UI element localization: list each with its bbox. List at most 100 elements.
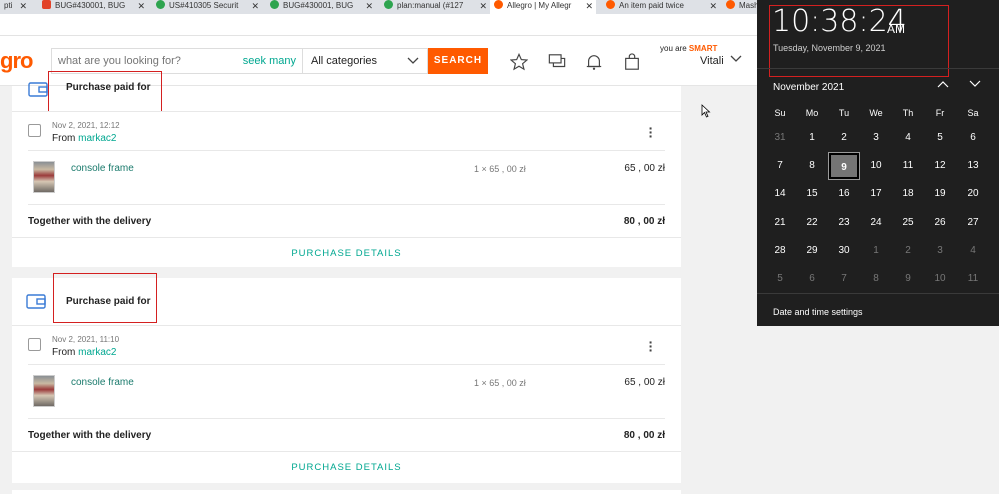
calendar-day[interactable]: 22 [797,210,827,236]
item-name[interactable]: console frame [71,163,134,174]
close-icon[interactable]: ✕ [19,0,27,12]
calendar-day[interactable]: 3 [861,125,891,151]
browser-tab[interactable]: BUG#430001, BUG ✕ [266,0,376,14]
calendar-day[interactable]: 10 [861,153,891,179]
chevron-down-icon[interactable] [730,53,742,68]
category-select[interactable]: All categories [303,48,428,74]
weekday-label: Mo [805,108,819,118]
browser-tab[interactable]: Mashu [722,0,762,14]
calendar-day[interactable]: 21 [765,210,795,236]
calendar-day[interactable]: 8 [797,153,827,179]
allegro-icon [494,0,503,9]
purchase-details-link[interactable]: PURCHASE DETAILS [12,248,681,259]
calendar-day[interactable]: 14 [765,181,795,207]
item-thumbnail[interactable] [33,161,55,193]
more-options-icon[interactable]: · · · [646,121,656,143]
calendar-day[interactable]: 11 [958,266,988,292]
calendar-day[interactable]: 16 [829,181,859,207]
calendar-day[interactable]: 26 [925,210,955,236]
shopping-bag-icon[interactable] [623,53,641,71]
seller-link[interactable]: markac2 [78,347,116,358]
order-card [12,490,681,494]
order-checkbox[interactable] [28,124,41,137]
browser-tab[interactable]: pti ✕ [0,0,30,14]
calendar-day[interactable]: 1 [797,125,827,151]
calendar-day[interactable]: 15 [797,181,827,207]
calendar-day[interactable]: 28 [765,238,795,264]
close-icon[interactable]: ✕ [365,0,373,12]
star-icon[interactable] [510,53,528,71]
calendar-day[interactable]: 29 [797,238,827,264]
divider [757,68,999,69]
divider [12,451,681,452]
tab-title: BUG#430001, BUG [283,1,354,10]
browser-tab[interactable]: US#410305 Securit ✕ [152,0,262,14]
browser-tab[interactable]: BUG#430001, BUG ✕ [38,0,148,14]
calendar-day[interactable]: 18 [893,181,923,207]
month-title[interactable]: November 2021 [773,82,844,93]
seek-many-link[interactable]: seek many [243,55,296,67]
divider [12,237,681,238]
calendar-day[interactable]: 2 [829,125,859,151]
browser-tab[interactable]: plan:manual (#127 ✕ [380,0,490,14]
item-price: 65 , 00 zł [624,163,665,174]
calendar-day[interactable]: 9 [893,266,923,292]
tab-title: plan:manual (#127 [397,1,464,10]
user-menu[interactable]: Vitali [700,55,724,67]
calendar-day[interactable]: 7 [829,266,859,292]
close-icon[interactable]: ✕ [585,0,593,12]
calendar-day[interactable]: 17 [861,181,891,207]
calendar-day[interactable]: 2 [893,238,923,264]
calendar-day[interactable]: 10 [925,266,955,292]
calendar-day[interactable]: 19 [925,181,955,207]
previous-month-icon[interactable] [937,78,949,93]
close-icon[interactable]: ✕ [479,0,487,12]
calendar-day[interactable]: 4 [958,238,988,264]
calendar-day[interactable]: 30 [829,238,859,264]
calendar-day[interactable]: 4 [893,125,923,151]
allegro-logo[interactable]: gro [0,48,33,74]
from-label: From [52,133,76,144]
calendar-day[interactable]: 24 [861,210,891,236]
gitlab-icon [42,0,51,9]
calendar-day[interactable]: 12 [925,153,955,179]
date-time-settings-link[interactable]: Date and time settings [773,307,863,317]
tab-title: An item paid twice [619,1,684,10]
search-input[interactable] [52,49,242,73]
item-thumbnail[interactable] [33,375,55,407]
bell-icon[interactable] [585,53,603,71]
close-icon[interactable]: ✕ [709,0,717,12]
search-button[interactable]: SEARCH [428,48,488,74]
order-checkbox[interactable] [28,338,41,351]
messages-icon[interactable] [548,53,566,71]
calendar-day[interactable]: 25 [893,210,923,236]
calendar-day[interactable]: 11 [893,153,923,179]
browser-tab[interactable]: An item paid twice ✕ [602,0,720,14]
calendar-day[interactable]: 5 [925,125,955,151]
calendar-day[interactable]: 31 [765,125,795,151]
seller-link[interactable]: markac2 [78,133,116,144]
calendar-day[interactable]: 6 [958,125,988,151]
item-name[interactable]: console frame [71,377,134,388]
wallet-icon [26,294,46,309]
close-icon[interactable]: ✕ [137,0,145,12]
calendar-day[interactable]: 3 [925,238,955,264]
browser-tab-active[interactable]: Allegro | My Allegr ✕ [490,0,596,14]
calendar-day[interactable]: 5 [765,266,795,292]
item-price: 65 , 00 zł [624,377,665,388]
divider [28,418,665,419]
close-icon[interactable]: ✕ [251,0,259,12]
next-month-icon[interactable] [969,78,981,93]
calendar-day[interactable]: 27 [958,210,988,236]
calendar-day[interactable]: 20 [958,181,988,207]
calendar-day[interactable]: 1 [861,238,891,264]
calendar-day[interactable]: 7 [765,153,795,179]
more-options-icon[interactable]: · · · [646,335,656,357]
order-status: Purchase paid for [66,296,151,307]
calendar-day[interactable]: 23 [829,210,859,236]
calendar-day[interactable]: 13 [958,153,988,179]
calendar-day-today[interactable]: 9 [828,152,860,180]
calendar-day[interactable]: 8 [861,266,891,292]
purchase-details-link[interactable]: PURCHASE DETAILS [12,462,681,473]
calendar-day[interactable]: 6 [797,266,827,292]
